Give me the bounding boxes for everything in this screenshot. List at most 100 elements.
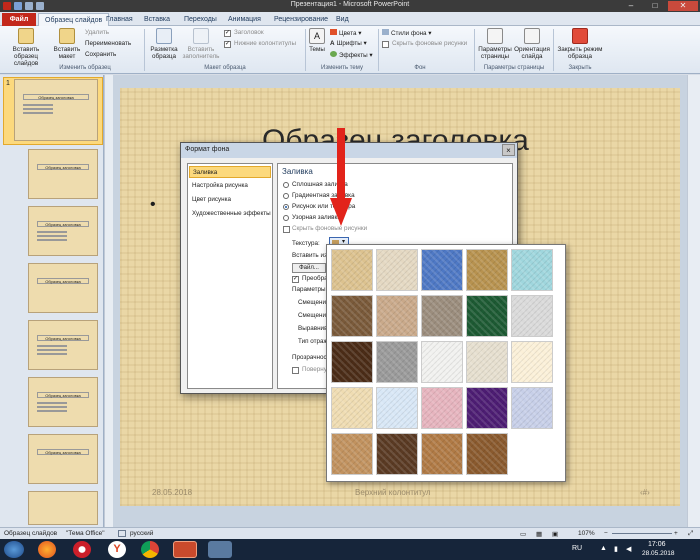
- spellcheck-icon[interactable]: [118, 530, 126, 537]
- texture-tile[interactable]: [376, 249, 418, 291]
- minimize-button[interactable]: –: [620, 1, 642, 11]
- opera-icon[interactable]: [73, 541, 91, 558]
- tab-view[interactable]: Вид: [330, 13, 355, 26]
- thumbnail-master[interactable]: Образец заголовка: [14, 79, 98, 141]
- texture-tile[interactable]: [511, 433, 553, 475]
- texture-tile[interactable]: [466, 387, 508, 429]
- thumbnail-layout[interactable]: Образец заголовка: [28, 206, 98, 256]
- texture-tile[interactable]: [511, 387, 553, 429]
- tile-checkbox[interactable]: ✓: [292, 276, 299, 283]
- tab-file[interactable]: Файл: [2, 13, 36, 26]
- tab-animations[interactable]: Анимация: [222, 13, 267, 26]
- themes-button[interactable]: A Темы: [308, 28, 326, 53]
- texture-tile[interactable]: [511, 249, 553, 291]
- zoom-out-icon[interactable]: −: [604, 530, 608, 537]
- texture-tile[interactable]: [421, 249, 463, 291]
- close-window-button[interactable]: ✕: [668, 1, 698, 11]
- thumbnail-layout[interactable]: Образец заголовка: [28, 434, 98, 484]
- nav-fill[interactable]: Заливка: [189, 166, 271, 178]
- slideshow-icon[interactable]: ▣: [552, 530, 558, 538]
- language-indicator[interactable]: RU: [572, 545, 582, 552]
- texture-tile[interactable]: [376, 433, 418, 475]
- texture-tile[interactable]: [421, 295, 463, 337]
- status-language[interactable]: русский: [130, 530, 153, 537]
- thumbnail-scrollbar[interactable]: [104, 75, 113, 527]
- preserve-button[interactable]: Сохранить: [85, 51, 116, 58]
- radio-gradient[interactable]: [283, 193, 289, 199]
- radio-picture-texture[interactable]: [283, 204, 289, 210]
- normal-view-icon[interactable]: ▭: [520, 530, 526, 538]
- firefox-icon[interactable]: [38, 541, 56, 558]
- texture-tile[interactable]: [376, 295, 418, 337]
- hide-bg-graphics-checkbox[interactable]: [283, 226, 290, 233]
- tray-arrow-icon[interactable]: ▲: [600, 545, 607, 552]
- texture-tile[interactable]: [331, 295, 373, 337]
- nav-picture-corrections[interactable]: Настройка рисунка: [189, 180, 271, 192]
- thumbnail-layout[interactable]: Образец заголовка: [28, 149, 98, 199]
- tab-review[interactable]: Рецензирование: [268, 13, 334, 26]
- powerpoint-taskbar-icon[interactable]: [173, 541, 197, 558]
- insert-placeholder-button[interactable]: Вставить заполнитель: [181, 28, 221, 60]
- dialog-close-button[interactable]: ×: [502, 144, 515, 156]
- network-icon[interactable]: ▮: [614, 545, 618, 553]
- effects-button[interactable]: Эффекты ▾: [330, 51, 373, 59]
- chrome-icon[interactable]: [141, 541, 159, 558]
- file-button[interactable]: Файл...: [292, 263, 326, 273]
- texture-tile[interactable]: [376, 341, 418, 383]
- zoom-in-icon[interactable]: +: [674, 530, 678, 537]
- texture-tile[interactable]: [331, 249, 373, 291]
- footers-checkbox[interactable]: ✓: [224, 41, 231, 48]
- delete-button[interactable]: Удалить: [85, 29, 109, 36]
- zoom-slider[interactable]: [612, 533, 672, 534]
- tab-transitions[interactable]: Переходы: [178, 13, 223, 26]
- page-setup-button[interactable]: Параметры страницы: [477, 28, 513, 60]
- fit-slide-icon[interactable]: ⤢: [688, 530, 693, 538]
- volume-icon[interactable]: ◀: [626, 545, 631, 553]
- clock-time[interactable]: 17:06: [648, 541, 666, 548]
- fonts-button[interactable]: A Шрифты ▾: [330, 40, 367, 47]
- insert-master-button[interactable]: Вставить образец слайдов: [2, 28, 50, 67]
- maximize-button[interactable]: □: [644, 1, 666, 11]
- sorter-view-icon[interactable]: ▦: [536, 530, 542, 538]
- texture-tile[interactable]: [331, 433, 373, 475]
- thumbnail-layout[interactable]: Образец заголовка: [28, 377, 98, 427]
- hide-bg-checkbox[interactable]: [382, 41, 389, 48]
- zoom-level[interactable]: 107%: [578, 530, 595, 537]
- explorer-icon[interactable]: [208, 541, 232, 558]
- bg-styles-button[interactable]: Стили фона ▾: [382, 29, 431, 37]
- texture-tile[interactable]: [421, 387, 463, 429]
- thumbnail-layout[interactable]: Образец заголовка: [28, 263, 98, 313]
- insert-layout-button[interactable]: Вставить макет: [52, 28, 82, 60]
- texture-tile[interactable]: [511, 341, 553, 383]
- texture-tile[interactable]: [466, 341, 508, 383]
- texture-tile[interactable]: [466, 433, 508, 475]
- nav-picture-color[interactable]: Цвет рисунка: [189, 194, 271, 206]
- tab-slide-master[interactable]: Образец слайдов: [38, 13, 110, 26]
- tab-home[interactable]: Главная: [100, 13, 139, 26]
- texture-tile[interactable]: [421, 341, 463, 383]
- slide-date[interactable]: 28.05.2018: [152, 488, 192, 497]
- clock-date[interactable]: 28.05.2018: [642, 550, 675, 557]
- master-layout-button[interactable]: Разметка образца: [147, 28, 181, 60]
- thumbnail-layout[interactable]: [28, 491, 98, 525]
- rotate-with-shape-checkbox[interactable]: [292, 367, 299, 374]
- tab-insert[interactable]: Вставка: [138, 13, 176, 26]
- slide-footer[interactable]: Верхний колонтитул: [355, 488, 431, 497]
- slide-number[interactable]: ‹#›: [640, 488, 650, 497]
- texture-tile[interactable]: [376, 387, 418, 429]
- orientation-button[interactable]: Ориентация слайда: [514, 28, 550, 60]
- rename-button[interactable]: Переименовать: [85, 40, 131, 47]
- texture-tile[interactable]: [331, 387, 373, 429]
- colors-button[interactable]: Цвета ▾: [330, 29, 361, 37]
- texture-tile[interactable]: [331, 341, 373, 383]
- texture-tile[interactable]: [421, 433, 463, 475]
- start-button[interactable]: [4, 541, 24, 558]
- radio-pattern[interactable]: [283, 215, 289, 221]
- texture-tile[interactable]: [466, 249, 508, 291]
- slide-scrollbar[interactable]: [687, 75, 700, 527]
- thumbnail-layout[interactable]: Образец заголовка: [28, 320, 98, 370]
- texture-tile[interactable]: [511, 295, 553, 337]
- close-master-button[interactable]: Закрыть режим образца: [556, 28, 604, 60]
- radio-solid[interactable]: [283, 182, 289, 188]
- texture-tile[interactable]: [466, 295, 508, 337]
